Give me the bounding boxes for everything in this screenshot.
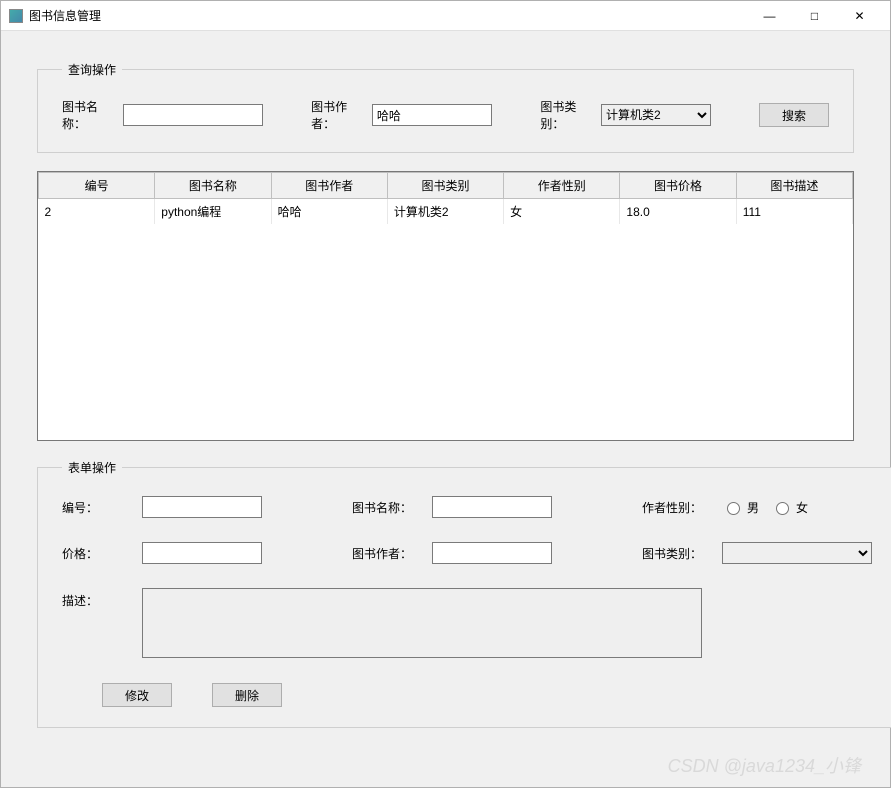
table-row[interactable]: 2 python编程 哈哈 计算机类2 女 18.0 111 — [39, 199, 853, 225]
cell-name: python编程 — [155, 199, 271, 225]
search-group: 查询操作 图书名称： 图书作者： 图书类别： 计算机类2 搜索 — [37, 61, 854, 153]
app-window: 图书信息管理 — □ ✕ 查询操作 图书名称： 图书作者： 图书类别： 计算机类… — [0, 0, 891, 788]
col-gender[interactable]: 作者性别 — [504, 173, 620, 199]
col-desc[interactable]: 图书描述 — [736, 173, 852, 199]
table-header-row: 编号 图书名称 图书作者 图书类别 作者性别 图书价格 图书描述 — [39, 173, 853, 199]
form-category-select[interactable] — [722, 542, 872, 564]
gender-male-radio[interactable] — [727, 502, 740, 515]
cell-gender: 女 — [504, 199, 620, 225]
form-name-input[interactable] — [432, 496, 552, 518]
app-icon — [9, 9, 23, 23]
form-price-label: 价格： — [62, 545, 142, 562]
cell-author: 哈哈 — [271, 199, 387, 225]
search-author-input[interactable] — [372, 104, 492, 126]
form-name-label: 图书名称： — [352, 499, 432, 516]
results-table: 编号 图书名称 图书作者 图书类别 作者性别 图书价格 图书描述 2 pytho… — [38, 172, 853, 224]
form-category-label: 图书类别： — [642, 545, 722, 562]
search-name-input[interactable] — [123, 104, 263, 126]
gender-female-option[interactable]: 女 — [771, 499, 808, 516]
form-desc-textarea[interactable] — [142, 588, 702, 658]
col-author[interactable]: 图书作者 — [271, 173, 387, 199]
cell-price: 18.0 — [620, 199, 736, 225]
window-title: 图书信息管理 — [29, 7, 101, 24]
minimize-button[interactable]: — — [747, 1, 792, 30]
maximize-icon: □ — [811, 9, 818, 23]
cell-id: 2 — [39, 199, 155, 225]
client-area: 查询操作 图书名称： 图书作者： 图书类别： 计算机类2 搜索 — [1, 31, 890, 787]
col-id[interactable]: 编号 — [39, 173, 155, 199]
results-table-container[interactable]: 编号 图书名称 图书作者 图书类别 作者性别 图书价格 图书描述 2 pytho… — [37, 171, 854, 441]
delete-button[interactable]: 删除 — [212, 683, 282, 707]
gender-female-radio[interactable] — [776, 502, 789, 515]
form-id-label: 编号： — [62, 499, 142, 516]
col-category[interactable]: 图书类别 — [387, 173, 503, 199]
form-group-title: 表单操作 — [62, 459, 122, 476]
form-id-input[interactable] — [142, 496, 262, 518]
search-category-label: 图书类别： — [540, 98, 595, 132]
form-author-label: 图书作者： — [352, 545, 432, 562]
form-author-input[interactable] — [432, 542, 552, 564]
form-desc-label: 描述： — [62, 588, 142, 609]
search-name-label: 图书名称： — [62, 98, 117, 132]
gender-male-option[interactable]: 男 — [722, 499, 759, 516]
search-group-title: 查询操作 — [62, 61, 122, 78]
maximize-button[interactable]: □ — [792, 1, 837, 30]
title-bar: 图书信息管理 — □ ✕ — [1, 1, 890, 31]
col-name[interactable]: 图书名称 — [155, 173, 271, 199]
search-author-label: 图书作者： — [311, 98, 366, 132]
col-price[interactable]: 图书价格 — [620, 173, 736, 199]
search-category-select[interactable]: 计算机类2 — [601, 104, 711, 126]
minimize-icon: — — [764, 9, 776, 23]
form-gender-label: 作者性别： — [642, 499, 722, 516]
form-group: 表单操作 编号： 图书名称： 作者性别： 男 女 价格： 图书作者： — [37, 459, 891, 728]
search-button[interactable]: 搜索 — [759, 103, 829, 127]
form-price-input[interactable] — [142, 542, 262, 564]
cell-category: 计算机类2 — [387, 199, 503, 225]
modify-button[interactable]: 修改 — [102, 683, 172, 707]
close-icon: ✕ — [854, 9, 864, 23]
close-button[interactable]: ✕ — [837, 1, 882, 30]
cell-desc: 111 — [736, 199, 852, 225]
